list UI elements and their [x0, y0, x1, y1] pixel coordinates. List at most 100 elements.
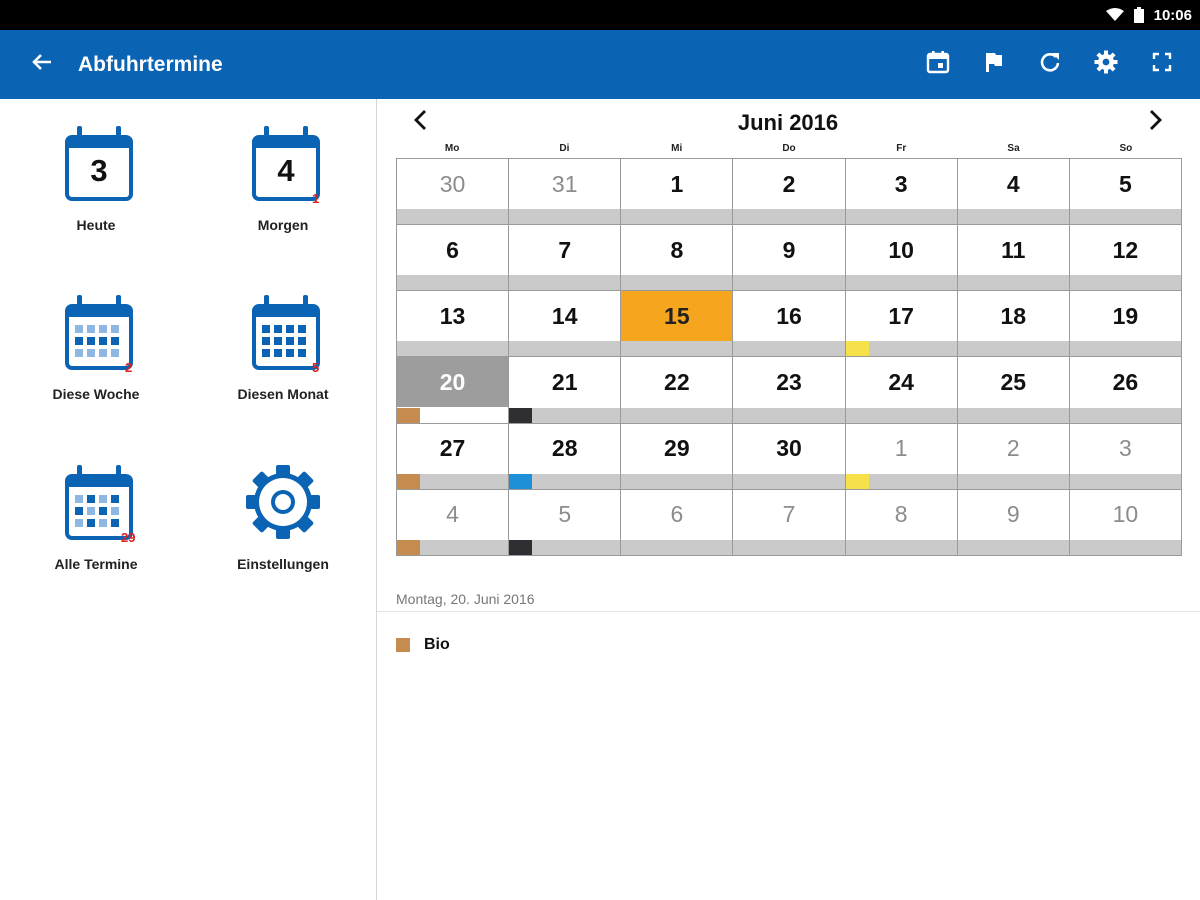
arrow-left-icon — [31, 51, 53, 78]
app-title: Abfuhrtermine — [78, 52, 223, 76]
day-number: 9 — [1006, 501, 1020, 528]
calendar-day[interactable]: 29 — [621, 423, 734, 490]
today-button[interactable] — [924, 51, 952, 79]
calendar-day[interactable]: 10 — [845, 225, 958, 292]
calendar-day[interactable]: 9 — [957, 489, 1070, 556]
pickup-marker — [509, 539, 533, 555]
calendar-day[interactable]: 8 — [845, 489, 958, 556]
day-number: 28 — [551, 435, 578, 462]
settings-button[interactable] — [1092, 50, 1120, 79]
calendar-day[interactable]: 1 — [845, 423, 958, 490]
calendar-day[interactable]: 22 — [621, 357, 734, 424]
pickup-strip — [1069, 407, 1181, 423]
pickup-strip — [621, 275, 733, 291]
fullscreen-button[interactable] — [1148, 51, 1176, 79]
day-number: 2 — [782, 170, 796, 197]
quick-menu: 3 Heute 4 1 Morgen 2 Diese Woche 5 Diese… — [0, 99, 376, 900]
day-number: 9 — [782, 236, 796, 263]
calendar-day[interactable]: 31 — [509, 159, 622, 226]
calendar-day[interactable]: 10 — [1069, 489, 1182, 556]
pickup-strip — [509, 209, 621, 225]
calendar-day[interactable]: 17 — [845, 291, 958, 358]
calendar-day[interactable]: 5 — [1069, 159, 1182, 226]
calendar-today-icon — [926, 50, 950, 79]
calendar-day[interactable]: 24 — [845, 357, 958, 424]
pickup-strip — [733, 209, 845, 225]
calendar-day[interactable]: 6 — [621, 489, 734, 556]
calendar-day[interactable]: 21 — [509, 357, 622, 424]
calendar-day[interactable]: 13 — [397, 291, 510, 358]
calendar-day[interactable]: 9 — [733, 225, 846, 292]
calendar-day[interactable]: 26 — [1069, 357, 1182, 424]
menu-item-heute[interactable]: 3 Heute — [11, 123, 181, 233]
pickup-strip — [957, 407, 1069, 423]
calendar-day[interactable]: 1 — [621, 159, 734, 226]
pickup-strip — [621, 209, 733, 225]
day-number: 10 — [888, 236, 914, 263]
calendar-day[interactable]: 23 — [733, 357, 846, 424]
pickup-strip — [733, 341, 845, 357]
calendar-day[interactable]: 28 — [509, 423, 622, 490]
calendar-day[interactable]: 30 — [733, 423, 846, 490]
refresh-button[interactable] — [1036, 51, 1064, 79]
day-number: 30 — [439, 170, 466, 197]
back-button[interactable] — [28, 51, 56, 79]
day-number: 20 — [397, 357, 509, 408]
day-number: 7 — [782, 501, 796, 528]
pickup-strip — [621, 539, 733, 555]
pickup-strip — [733, 275, 845, 291]
prev-month-button[interactable] — [407, 108, 435, 136]
calendar-day[interactable]: 7 — [509, 225, 622, 292]
pickup-strip — [1069, 341, 1181, 357]
calendar-day[interactable]: 3 — [1069, 423, 1182, 490]
calendar-day[interactable]: 25 — [957, 357, 1070, 424]
calendar-day-icon: 4 1 — [238, 123, 328, 213]
menu-label: Morgen — [257, 217, 309, 233]
pickup-strip — [1069, 275, 1181, 291]
flag-button[interactable] — [980, 51, 1008, 79]
calendar-day-selected[interactable]: 20 — [397, 357, 510, 424]
calendar-day[interactable]: 14 — [509, 291, 622, 358]
day-number: 19 — [1112, 302, 1139, 329]
calendar-day[interactable]: 30 — [397, 159, 510, 226]
day-number: 26 — [1112, 368, 1139, 395]
pickup-marker — [397, 539, 420, 555]
count-badge: 29 — [121, 530, 136, 545]
calendar-day[interactable]: 27 — [397, 423, 510, 490]
event-color-swatch — [396, 638, 410, 652]
calendar-day[interactable]: 7 — [733, 489, 846, 556]
day-number: 3 — [1119, 435, 1132, 462]
calendar-day[interactable]: 12 — [1069, 225, 1182, 292]
day-number: 16 — [776, 302, 802, 329]
menu-item-diesen-monat[interactable]: 5 Diesen Monat — [198, 292, 368, 402]
calendar-day[interactable]: 18 — [957, 291, 1070, 358]
pickup-strip — [509, 275, 621, 291]
calendar-day[interactable]: 5 — [509, 489, 622, 556]
calendar-day[interactable]: 3 — [845, 159, 958, 226]
next-month-button[interactable] — [1141, 108, 1169, 136]
menu-item-alle-termine[interactable]: 29 Alle Termine — [11, 462, 181, 572]
app-bar: Abfuhrtermine — [0, 30, 1200, 99]
calendar-day[interactable]: 2 — [733, 159, 846, 226]
day-number: 23 — [776, 368, 802, 395]
flag-icon — [983, 51, 1005, 78]
calendar-day[interactable]: 19 — [1069, 291, 1182, 358]
event-item[interactable]: Bio — [396, 636, 450, 654]
calendar-day[interactable]: 6 — [397, 225, 510, 292]
day-number: 12 — [1112, 236, 1139, 263]
menu-item-diese-woche[interactable]: 2 Diese Woche — [11, 292, 181, 402]
calendar-day-number: 4 — [277, 153, 295, 188]
calendar-day[interactable]: 16 — [733, 291, 846, 358]
calendar-day[interactable]: 4 — [957, 159, 1070, 226]
calendar-day[interactable]: 11 — [957, 225, 1070, 292]
calendar-day[interactable]: 4 — [397, 489, 510, 556]
calendar-day[interactable]: 2 — [957, 423, 1070, 490]
calendar-week-icon: 2 — [51, 292, 141, 382]
pickup-strip — [957, 539, 1069, 555]
calendar-day[interactable]: 8 — [621, 225, 734, 292]
menu-item-morgen[interactable]: 4 1 Morgen — [198, 123, 368, 233]
menu-item-einstellungen[interactable]: Einstellungen — [198, 462, 368, 572]
calendar-day-today[interactable]: 15 — [621, 291, 734, 358]
gear-icon — [238, 462, 328, 552]
calendar-day-icon: 3 — [51, 123, 141, 213]
